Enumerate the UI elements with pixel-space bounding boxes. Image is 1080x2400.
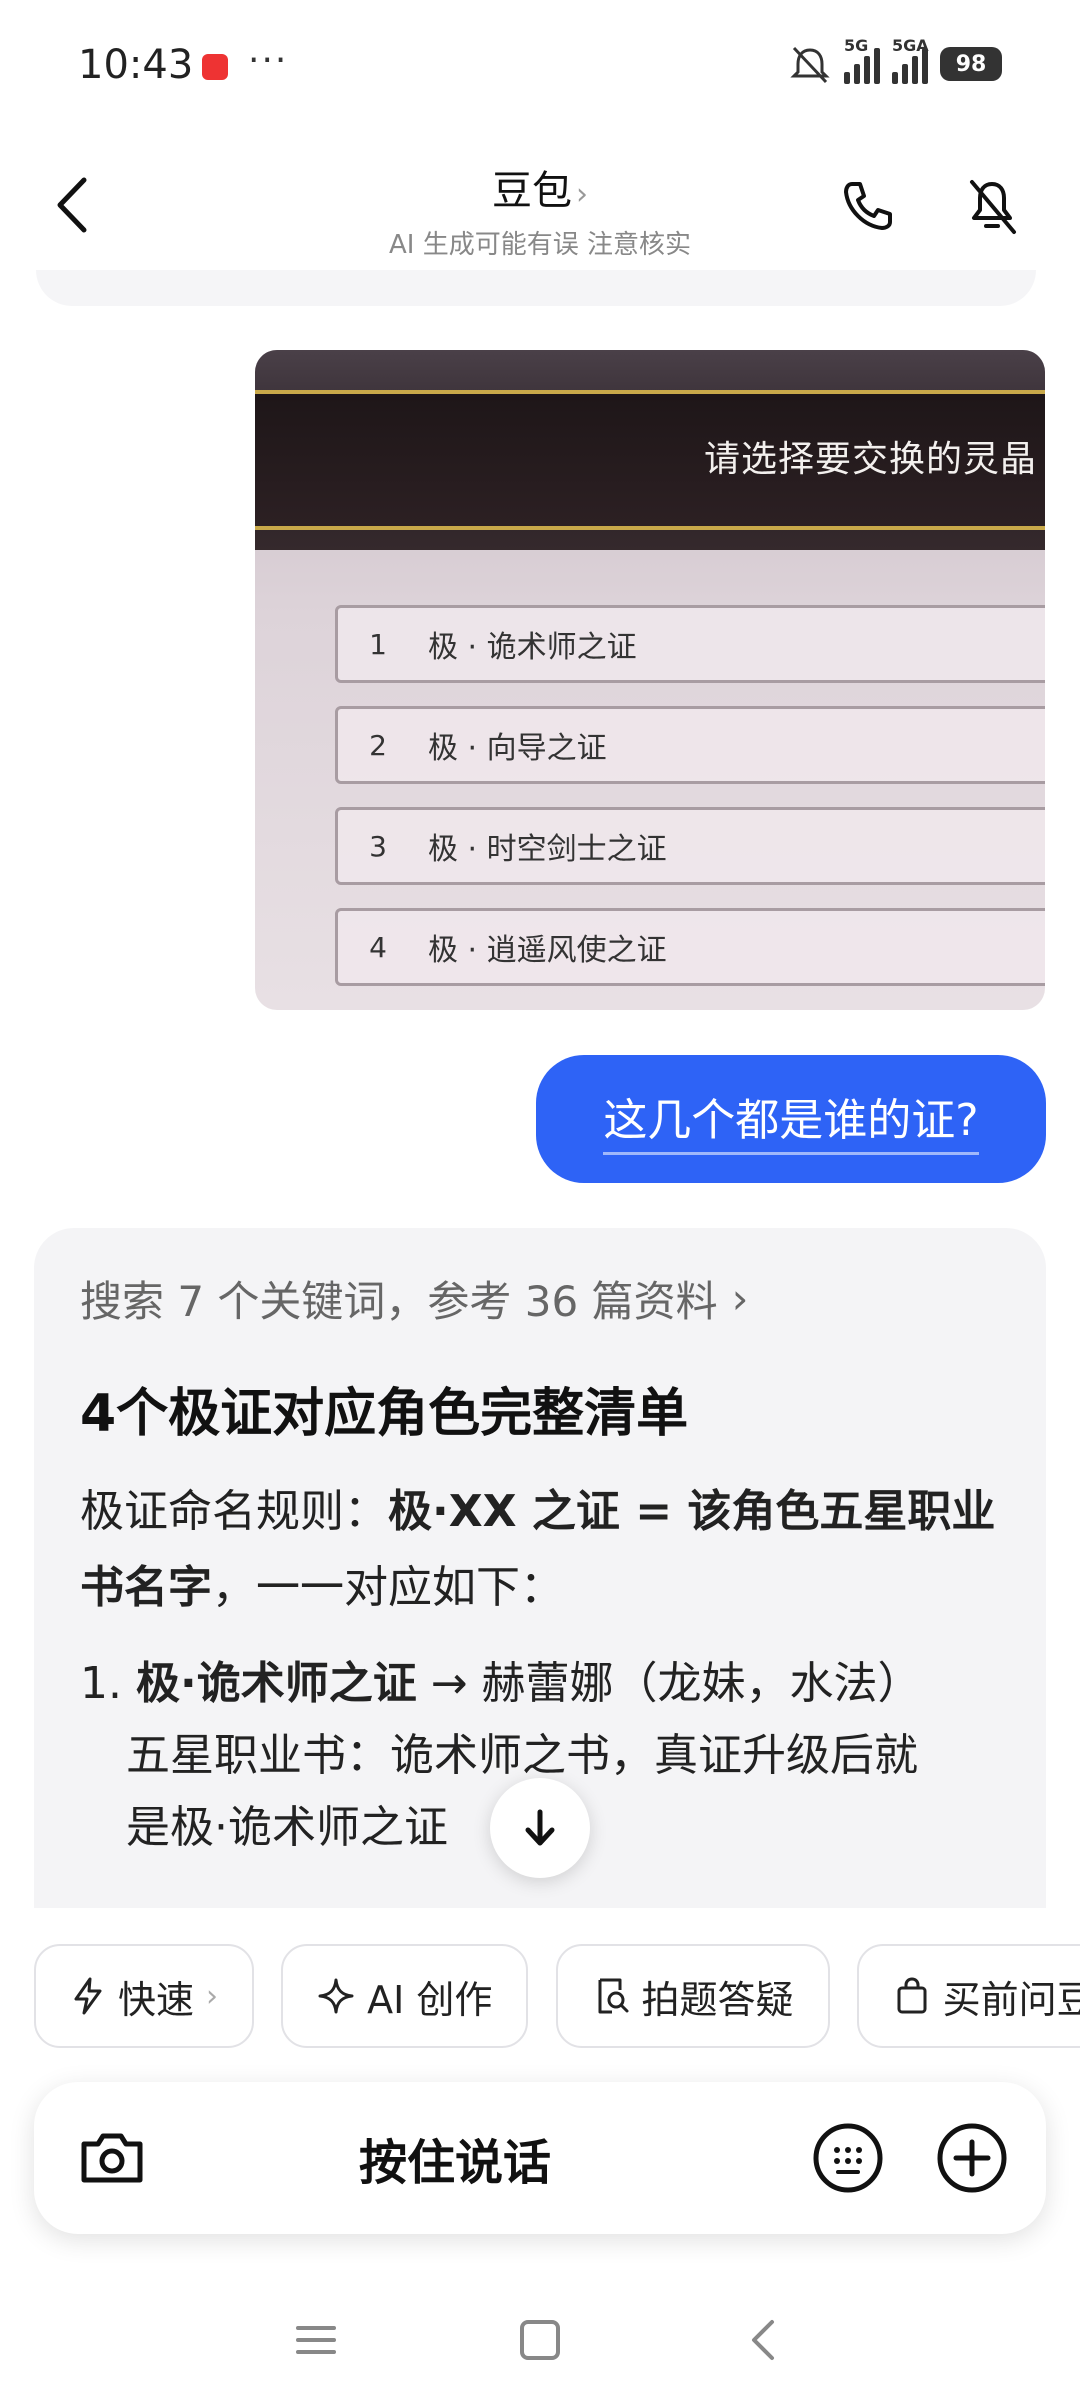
- photo-list-row: 2极 · 向导之证: [335, 706, 1045, 784]
- arrow-down-icon: [525, 1809, 555, 1846]
- status-time: 10:43: [78, 42, 194, 88]
- title-chevron-icon: ›: [576, 177, 588, 212]
- chip-photo-question[interactable]: 拍题答疑: [555, 1944, 830, 2048]
- chevron-right-icon: ›: [731, 1274, 749, 1323]
- list-item: 1. 极·诡术师之证 → 赫蕾娜（龙妹，水法）: [80, 1658, 922, 1709]
- sparkle-icon: [318, 1978, 354, 2014]
- shopping-bag-icon: [897, 1977, 927, 2014]
- chip-fast[interactable]: 快速 ›: [34, 1944, 255, 2048]
- system-navigation-bar: [0, 2290, 1080, 2400]
- photo-list-row: 4极 · 逍遥风使之证: [335, 908, 1045, 986]
- quick-action-chips: 快速 › AI 创作 拍题答疑 买前问豆: [34, 1944, 1080, 2048]
- chip-ai-create[interactable]: AI 创作: [281, 1944, 529, 2048]
- scroll-to-bottom-button[interactable]: [490, 1778, 590, 1878]
- ai-reply-rule: 极证命名规则：极·XX 之证 = 该角色五星职业书名字，一一对应如下：: [80, 1486, 996, 1613]
- signal-5ga-icon: 5GA: [892, 36, 929, 84]
- hold-to-talk-button[interactable]: 按住说话: [184, 2082, 726, 2234]
- search-doc-icon: [598, 1978, 628, 2014]
- signal-5g-icon: 5G: [844, 36, 880, 84]
- chat-header: 豆包 › AI 生成可能有误 注意核实: [0, 140, 1080, 270]
- status-bar: 10:43 ··· 5G 5GA 98: [0, 0, 1080, 130]
- app-notification-icon: [202, 54, 228, 80]
- input-bar: 按住说话: [34, 2082, 1046, 2234]
- user-message-bubble[interactable]: 这几个都是谁的证?: [536, 1055, 1046, 1183]
- chat-title[interactable]: 豆包 ›: [0, 158, 1080, 216]
- ai-reply-heading: 4个极证对应角色完整清单: [80, 1384, 689, 1444]
- speaker-muted-icon[interactable]: [962, 176, 1022, 236]
- home-square-icon[interactable]: [510, 2310, 570, 2370]
- bell-muted-icon: [790, 46, 830, 84]
- user-photo-message[interactable]: 请选择要交换的灵晶 1极 · 诡术师之证 2极 · 向导之证 3极 · 时空剑士…: [255, 350, 1045, 1010]
- back-triangle-icon[interactable]: [734, 2310, 794, 2370]
- plus-circle-icon[interactable]: [934, 2120, 1010, 2196]
- photo-list-row: 1极 · 诡术师之证: [335, 605, 1045, 683]
- recent-apps-icon[interactable]: [286, 2310, 346, 2370]
- keyboard-emoji-icon[interactable]: [810, 2120, 886, 2196]
- chip-pre-purchase[interactable]: 买前问豆: [856, 1944, 1080, 2048]
- chevron-right-icon: ›: [206, 1978, 219, 2014]
- search-summary-link[interactable]: 搜索 7 个关键词，参考 36 篇资料 ›: [80, 1268, 1000, 1329]
- user-message-text: 这几个都是谁的证?: [603, 1084, 979, 1155]
- photo-banner-text: 请选择要交换的灵晶: [703, 439, 1037, 480]
- chat-title-area[interactable]: 豆包 › AI 生成可能有误 注意核实: [0, 158, 1080, 261]
- previous-message-card-edge: [36, 270, 1036, 306]
- more-notifications-indicator: ···: [248, 40, 289, 81]
- lightning-icon: [74, 1977, 102, 2015]
- phone-call-icon[interactable]: [838, 176, 898, 236]
- status-indicators: 5G 5GA 98: [788, 36, 1002, 84]
- photo-list-row: 3极 · 时空剑士之证: [335, 807, 1045, 885]
- camera-icon[interactable]: [74, 2120, 150, 2196]
- battery-indicator: 98: [940, 47, 1002, 81]
- ai-disclaimer: AI 生成可能有误 注意核实: [389, 230, 691, 260]
